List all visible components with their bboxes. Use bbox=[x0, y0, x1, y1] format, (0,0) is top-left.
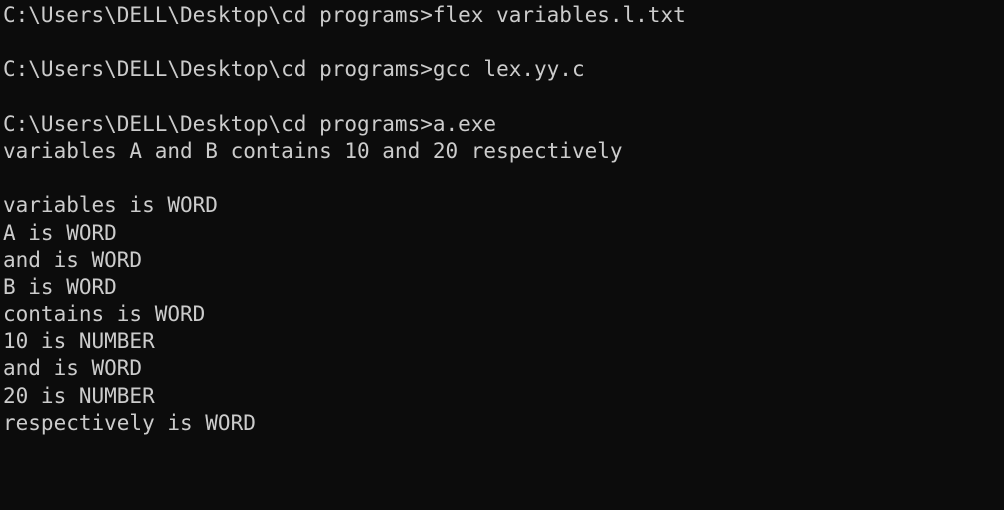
console-line: and is WORD bbox=[3, 356, 143, 381]
terminal-console[interactable]: C:\Users\DELL\Desktop\cd programs>flex v… bbox=[0, 0, 1004, 510]
console-line: variables is WORD bbox=[3, 193, 218, 218]
console-line: 20 is NUMBER bbox=[3, 383, 155, 408]
console-line: B is WORD bbox=[3, 274, 117, 299]
console-line: C:\Users\DELL\Desktop\cd programs>gcc le… bbox=[3, 57, 585, 82]
console-line: A is WORD bbox=[3, 220, 117, 245]
console-line: contains is WORD bbox=[3, 302, 206, 327]
console-line: C:\Users\DELL\Desktop\cd programs>flex v… bbox=[3, 3, 686, 27]
console-line: and is WORD bbox=[3, 247, 143, 272]
console-line: C:\Users\DELL\Desktop\cd programs>a.exe bbox=[3, 111, 497, 136]
console-line: variables A and B contains 10 and 20 res… bbox=[3, 138, 623, 163]
console-line: 10 is NUMBER bbox=[3, 329, 155, 354]
console-line: respectively is WORD bbox=[3, 410, 256, 435]
